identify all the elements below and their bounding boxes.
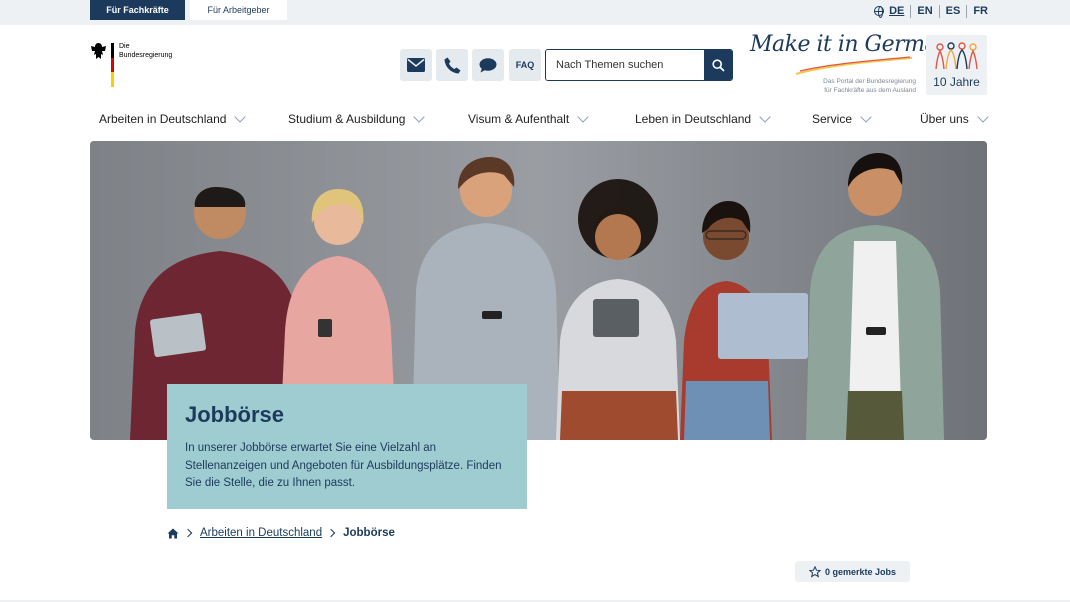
breadcrumb-current: Jobbörse [343, 527, 395, 539]
nav-label: Visum & Aufenthalt [468, 112, 570, 126]
anniversary-label: 10 Jahre [933, 75, 980, 89]
phone-button[interactable] [436, 49, 468, 81]
bundesregierung-logo[interactable]: Die Bundesregierung [90, 42, 180, 88]
hero-teaser-box: Jobbörse In unserer Jobbörse erwartet Si… [167, 384, 527, 509]
lang-en[interactable]: EN [917, 5, 932, 17]
search-input[interactable] [546, 50, 704, 80]
faq-button[interactable]: FAQ [509, 49, 541, 81]
brand-subline: Das Portal der Bundesregierung für Fachk… [823, 78, 916, 94]
chevron-down-icon [759, 111, 771, 123]
divider [910, 4, 912, 18]
mail-button[interactable] [400, 49, 432, 81]
chevron-down-icon [977, 111, 989, 123]
brand-swoosh-icon [795, 56, 913, 75]
german-flag-bar [111, 43, 114, 88]
envelope-icon [407, 58, 425, 72]
chevron-down-icon [234, 111, 247, 123]
nav-studium[interactable]: Studium & Ausbildung [288, 111, 426, 126]
divider [966, 4, 968, 18]
language-switcher: DE EN ES FR [874, 4, 988, 18]
tab-arbeitgeber[interactable]: Für Arbeitgeber [190, 0, 287, 20]
page-intro: In unserer Jobbörse erwartet Sie eine Vi… [185, 442, 502, 489]
nav-ueber-uns[interactable]: Über uns [920, 111, 989, 126]
breadcrumb: Arbeiten in Deutschland Jobbörse [167, 527, 395, 539]
chevron-right-icon [326, 528, 336, 538]
lang-fr[interactable]: FR [973, 5, 988, 17]
saved-jobs-button[interactable]: 0 gemerkte Jobs [795, 561, 910, 582]
anniversary-badge[interactable]: 10 Jahre [926, 35, 987, 95]
tab-fachkraefte[interactable]: Für Fachkräfte [90, 0, 185, 20]
nav-service[interactable]: Service [812, 111, 872, 126]
breadcrumb-link-arbeiten[interactable]: Arbeiten in Deutschland [200, 527, 322, 539]
search-button[interactable] [704, 50, 732, 80]
chevron-right-icon [183, 528, 193, 538]
nav-label: Studium & Ausbildung [288, 112, 406, 126]
nav-arbeiten[interactable]: Arbeiten in Deutschland [99, 111, 247, 126]
nav-label: Leben in Deutschland [635, 112, 752, 126]
page-title: Jobbörse [185, 402, 285, 427]
chevron-down-icon [577, 111, 589, 123]
divider [938, 4, 940, 18]
lang-de[interactable]: DE [889, 5, 904, 17]
saved-jobs-label: 0 gemerkte Jobs [824, 566, 897, 577]
lang-es[interactable]: ES [946, 5, 961, 17]
home-icon[interactable] [167, 528, 179, 539]
chat-button[interactable] [472, 49, 504, 81]
nav-label: Arbeiten in Deutschland [99, 112, 227, 126]
globe-icon [874, 6, 885, 18]
chat-icon [479, 57, 497, 72]
logo-text: Die Bundesregierung [119, 43, 173, 59]
nav-label: Über uns [920, 112, 969, 126]
make-it-in-germany-logo[interactable]: Make it in Germany Das Portal der Bundes… [750, 32, 963, 96]
chevron-down-icon [413, 111, 426, 123]
star-icon [808, 565, 821, 578]
search-box [545, 49, 733, 81]
main-navigation: Arbeiten in Deutschland Studium & Ausbil… [90, 111, 989, 134]
eagle-icon [91, 43, 106, 59]
nav-visum[interactable]: Visum & Aufenthalt [468, 111, 589, 126]
top-bar: Für Fachkräfte Für Arbeitgeber DE EN ES … [0, 0, 1070, 25]
search-icon [711, 58, 725, 72]
people-figures-icon [935, 42, 978, 70]
nav-leben[interactable]: Leben in Deutschland [635, 111, 771, 126]
chevron-down-icon [860, 111, 872, 123]
phone-icon [444, 57, 460, 73]
nav-label: Service [812, 112, 853, 126]
